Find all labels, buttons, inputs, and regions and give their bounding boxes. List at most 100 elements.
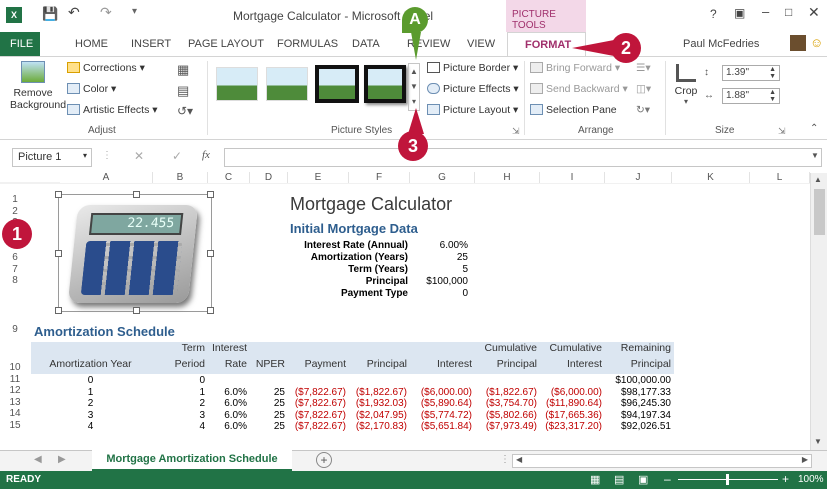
redo-icon[interactable]: ↷	[100, 4, 112, 21]
table-header-cell[interactable]: Period	[153, 358, 208, 374]
artistic-effects-button[interactable]: Artistic Effects ▾	[67, 104, 158, 116]
table-cell[interactable]: ($1,822.67)	[349, 387, 410, 398]
row-header[interactable]: 9	[0, 324, 30, 335]
column-header[interactable]: A	[60, 172, 153, 183]
sheet-title[interactable]: Mortgage Calculator	[290, 194, 452, 215]
table-header-cell[interactable]: Interest	[540, 358, 605, 374]
width-input[interactable]: 1.88" ▲ ▼	[722, 88, 780, 104]
compress-pictures-icon[interactable]: ▦	[177, 62, 189, 78]
resize-handle[interactable]	[55, 307, 62, 314]
table-cell[interactable]: ($7,973.49)	[475, 421, 540, 432]
name-box-dropdown-icon[interactable]: ▾	[83, 151, 87, 160]
row-header[interactable]: 8	[0, 275, 30, 286]
normal-view-icon[interactable]: ▦	[590, 473, 600, 486]
table-header-cell[interactable]: Principal	[605, 358, 674, 374]
section-heading[interactable]: Initial Mortgage Data	[290, 221, 418, 236]
tab-formulas[interactable]: FORMULAS	[277, 38, 338, 50]
row-header[interactable]: 2	[0, 206, 30, 217]
vertical-scrollbar[interactable]: ▲ ▼	[810, 173, 827, 450]
worksheet-grid[interactable]: ABCDEFGHIJKL 123456789101112131415 22.45…	[0, 172, 827, 450]
scroll-down-icon[interactable]: ▼	[814, 437, 822, 446]
row-header[interactable]: 13	[0, 397, 30, 408]
tab-file[interactable]: FILE	[0, 32, 40, 56]
scroll-right-icon[interactable]: ▶	[802, 455, 808, 464]
save-icon[interactable]: 💾	[42, 6, 58, 22]
table-header-cell[interactable]: Payment	[288, 358, 349, 374]
table-cell[interactable]: 6.0%	[208, 387, 250, 398]
column-header[interactable]: D	[250, 172, 288, 183]
table-cell[interactable]: 0	[31, 375, 153, 386]
column-header[interactable]: B	[153, 172, 208, 183]
column-header[interactable]: L	[750, 172, 810, 183]
input-value[interactable]: 0	[410, 288, 468, 299]
tab-home[interactable]: HOME	[75, 38, 108, 50]
table-cell[interactable]: 25	[250, 421, 288, 432]
picture-style-thumb-3[interactable]	[315, 65, 359, 103]
table-cell[interactable]: $98,177.33	[605, 387, 674, 398]
insert-function-icon[interactable]: fx	[202, 149, 210, 161]
resize-handle[interactable]	[55, 191, 62, 198]
column-header[interactable]: E	[288, 172, 349, 183]
table-cell[interactable]: 25	[250, 387, 288, 398]
gallery-scroll[interactable]: ▲ ▼ ▾	[408, 63, 420, 111]
table-cell[interactable]: $94,197.34	[605, 410, 674, 421]
row-header[interactable]: 15	[0, 420, 30, 431]
table-header-cell[interactable]: Amortization Year	[31, 358, 153, 374]
sheet-tab-active[interactable]: Mortgage Amortization Schedule	[92, 450, 292, 471]
table-cell[interactable]: ($17,665.36)	[540, 410, 605, 421]
table-cell[interactable]: $96,245.30	[605, 398, 674, 409]
page-break-view-icon[interactable]: ▣	[638, 473, 648, 486]
calculator-picture[interactable]: 22.455	[55, 191, 214, 314]
bring-forward-button[interactable]: Bring Forward ▾	[530, 62, 620, 74]
resize-handle[interactable]	[207, 250, 214, 257]
column-header[interactable]: G	[410, 172, 475, 183]
corrections-button[interactable]: Corrections ▾	[67, 62, 145, 74]
table-cell[interactable]: ($6,000.00)	[540, 387, 605, 398]
help-icon[interactable]: ?	[710, 7, 717, 21]
table-cell[interactable]: ($7,822.67)	[288, 398, 349, 409]
table-cell[interactable]: 2	[31, 398, 153, 409]
resize-handle[interactable]	[207, 307, 214, 314]
table-cell[interactable]: ($6,000.00)	[410, 387, 475, 398]
undo-icon[interactable]: ↶	[68, 4, 80, 21]
table-header-cell[interactable]	[250, 342, 288, 358]
table-cell[interactable]: ($3,754.70)	[475, 398, 540, 409]
maximize-icon[interactable]: □	[785, 5, 792, 19]
row-header[interactable]: 1	[0, 194, 30, 205]
width-spinner-icon[interactable]: ▲ ▼	[769, 89, 776, 103]
scroll-up-icon[interactable]: ▲	[814, 175, 822, 184]
input-value[interactable]: 5	[410, 264, 468, 275]
send-backward-button[interactable]: Send Backward ▾	[530, 83, 628, 95]
color-button[interactable]: Color ▾	[67, 83, 116, 95]
table-cell[interactable]: ($2,170.83)	[349, 421, 410, 432]
column-header[interactable]: C	[208, 172, 250, 183]
row-header[interactable]: 11	[0, 374, 30, 385]
scroll-left-icon[interactable]: ◀	[516, 455, 522, 464]
selection-pane-button[interactable]: Selection Pane	[530, 104, 617, 116]
table-header-cell[interactable]: Principal	[475, 358, 540, 374]
table-cell[interactable]: 1	[153, 387, 208, 398]
table-cell[interactable]: ($5,890.64)	[410, 398, 475, 409]
picture-border-button[interactable]: Picture Border ▾	[427, 62, 518, 74]
column-header[interactable]: F	[349, 172, 410, 183]
change-picture-icon[interactable]: ▤	[177, 83, 189, 99]
add-sheet-icon[interactable]: +	[316, 452, 332, 468]
section-heading[interactable]: Amortization Schedule	[34, 324, 175, 339]
input-label[interactable]: Interest Rate (Annual)	[288, 240, 408, 251]
height-input[interactable]: 1.39" ▲ ▼	[722, 65, 780, 81]
input-label[interactable]: Term (Years)	[288, 264, 408, 275]
picture-style-thumb-4[interactable]	[364, 65, 406, 103]
table-cell[interactable]: ($1,932.03)	[349, 398, 410, 409]
group-icon[interactable]: ◫▾	[636, 83, 651, 95]
resize-handle[interactable]	[133, 307, 140, 314]
table-cell[interactable]: ($7,822.67)	[288, 421, 349, 432]
smiley-icon[interactable]: ☺	[810, 35, 823, 50]
tab-view[interactable]: VIEW	[467, 38, 495, 50]
next-sheet-icon[interactable]: ▶	[58, 454, 66, 465]
dialog-launcher-icon[interactable]: ⇲	[512, 126, 520, 137]
cancel-icon[interactable]: ✕	[134, 149, 144, 163]
table-header-cell[interactable]	[31, 342, 153, 358]
input-label[interactable]: Amortization (Years)	[288, 252, 408, 263]
zoom-slider-thumb[interactable]	[726, 474, 729, 485]
name-box[interactable]: Picture 1 ▾	[12, 148, 92, 167]
